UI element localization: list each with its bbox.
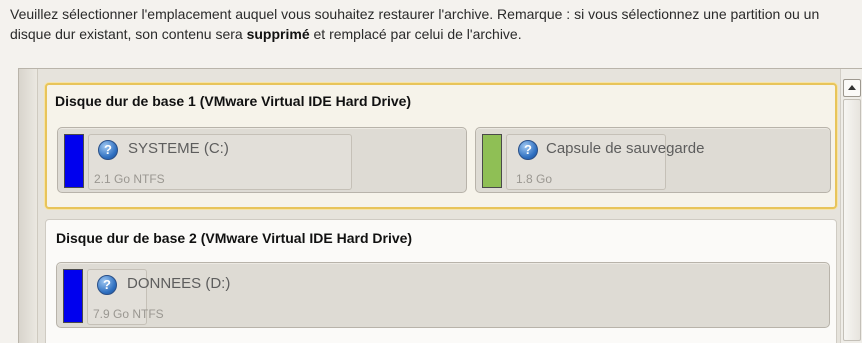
partition-donnees-d[interactable]: ? DONNEES (D:) 7.9 Go NTFS xyxy=(56,262,830,328)
partition-name: SYSTEME (C:) xyxy=(128,140,229,157)
disk-panel-1[interactable]: Disque dur de base 1 (VMware Virtual IDE… xyxy=(45,83,837,209)
help-icon[interactable]: ? xyxy=(97,275,117,295)
instructions-end: et remplacé par celui de l'archive. xyxy=(309,26,522,42)
list-gutter xyxy=(19,69,38,343)
help-icon[interactable]: ? xyxy=(98,140,118,160)
partition-size: 2.1 Go NTFS xyxy=(94,172,165,186)
partition-color-bar xyxy=(63,269,83,323)
scroll-up-arrow-icon[interactable] xyxy=(843,79,861,97)
partition-color-bar xyxy=(64,134,84,188)
partition-systeme-c[interactable]: ? SYSTEME (C:) 2.1 Go NTFS xyxy=(57,127,467,193)
partition-size: 1.8 Go xyxy=(516,172,553,186)
partition-name: DONNEES (D:) xyxy=(127,275,231,292)
disk-title: Disque dur de base 1 (VMware Virtual IDE… xyxy=(55,93,412,109)
partition-name: Capsule de sauvegarde xyxy=(546,140,705,157)
instructions-warning-word: supprimé xyxy=(246,26,310,42)
partition-color-bar xyxy=(482,134,502,188)
help-icon[interactable]: ? xyxy=(518,140,538,160)
disk-title: Disque dur de base 2 (VMware Virtual IDE… xyxy=(56,230,413,246)
vertical-scrollbar[interactable] xyxy=(840,69,862,343)
partition-capsule-sauvegarde[interactable]: ? Capsule de sauvegarde 1.8 Go xyxy=(475,127,831,193)
disk-panel-2[interactable]: Disque dur de base 2 (VMware Virtual IDE… xyxy=(45,219,837,343)
disk-list[interactable]: Disque dur de base 1 (VMware Virtual IDE… xyxy=(18,68,862,343)
instructions-text: Veuillez sélectionner l'emplacement auqu… xyxy=(10,4,855,44)
scroll-thumb[interactable] xyxy=(843,99,861,341)
partition-size: 7.9 Go NTFS xyxy=(93,307,164,321)
